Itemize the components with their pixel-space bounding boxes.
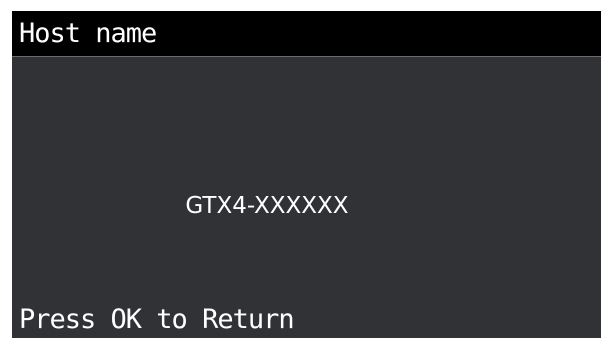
- return-hint: Press OK to Return: [19, 304, 295, 335]
- title-bar: Host name: [12, 11, 601, 57]
- screen-title: Host name: [19, 18, 157, 49]
- host-name-value: GTX4-XXXXXX: [185, 193, 349, 219]
- lcd-panel: Host name GTX4-XXXXXX Press OK to Return: [12, 11, 601, 338]
